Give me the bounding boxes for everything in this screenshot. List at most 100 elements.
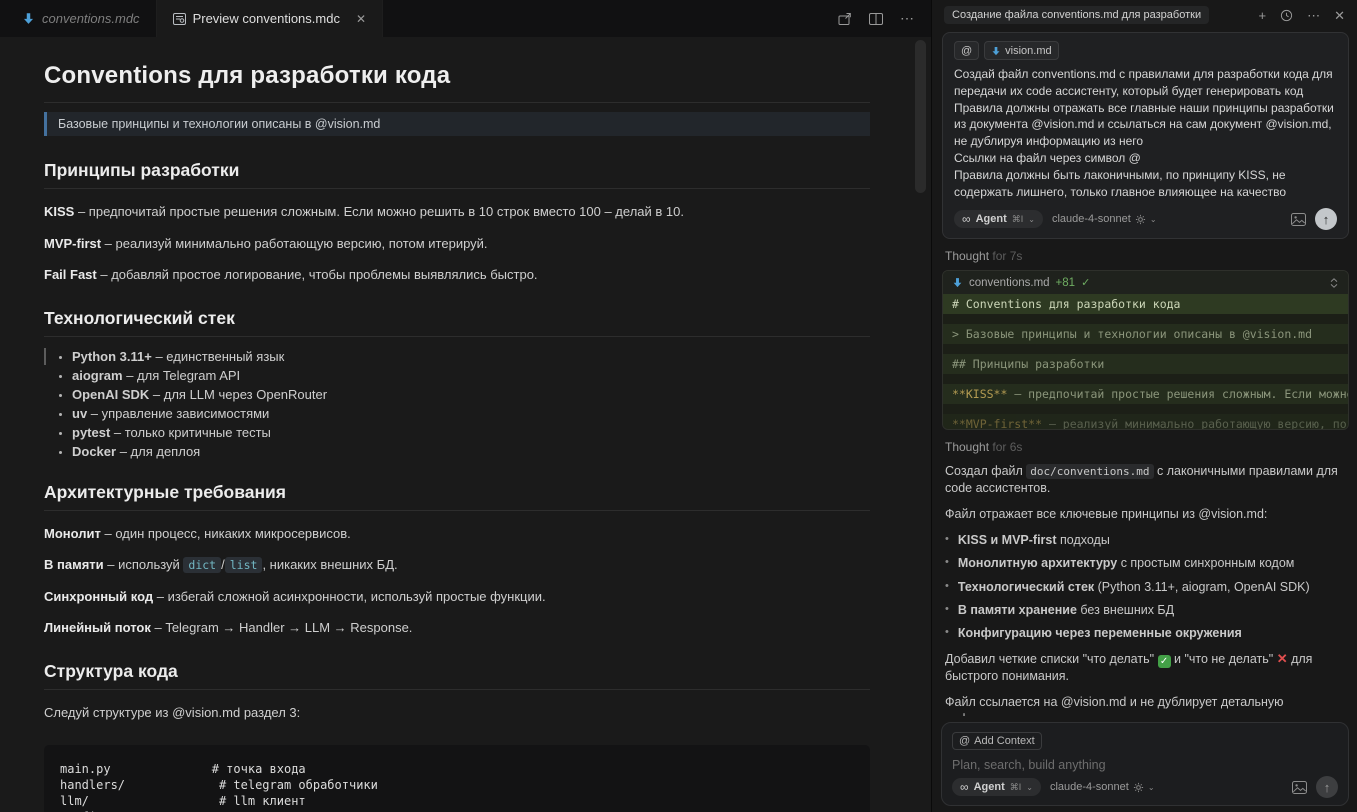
new-chat-icon[interactable]: +	[1259, 9, 1267, 22]
response-paragraph: Создал файл doc/conventions.md с лаконич…	[945, 463, 1346, 497]
blockquote: Базовые принципы и технологии описаны в …	[44, 112, 870, 136]
send-button[interactable]: ↑	[1315, 208, 1337, 230]
paragraph: Следуй структуре из @vision.md раздел 3:	[44, 704, 870, 722]
image-icon[interactable]	[1291, 213, 1306, 226]
message-line: Правила должны быть лаконичными, по прин…	[954, 167, 1337, 201]
history-icon[interactable]	[1280, 9, 1293, 22]
cross-emoji: ✕	[1277, 651, 1288, 666]
response-paragraph: Добавил четкие списки "что делать" ✓ и "…	[945, 650, 1346, 685]
split-editor-icon[interactable]	[869, 13, 883, 25]
image-icon[interactable]	[1292, 781, 1307, 794]
chat-tab-title[interactable]: Создание файла conventions.md для разраб…	[944, 6, 1209, 24]
text: – единственный язык	[152, 349, 284, 364]
model-label: claude-4-sonnet	[1052, 213, 1131, 225]
inline-code: dict	[183, 557, 221, 573]
at-context-chip[interactable]: @	[954, 41, 979, 60]
term: Линейный поток	[44, 620, 151, 635]
chat-conversation: @ vision.md Создай файл conventions.md с…	[942, 32, 1349, 716]
tab-conventions-mdc[interactable]: conventions.mdc	[0, 0, 157, 37]
list-item: •Конфигурацию через переменные окружения	[945, 625, 1346, 641]
infinity-icon: ∞	[960, 780, 969, 794]
close-icon[interactable]: ✕	[356, 12, 366, 26]
editor-actions: ⋯	[837, 0, 931, 37]
diff-line	[943, 314, 1348, 324]
term: Docker	[72, 444, 116, 459]
diff-card-header[interactable]: conventions.md +81 ✓	[943, 271, 1348, 294]
thought-row[interactable]: Thought for 6s	[945, 440, 1346, 454]
message-line: Правила должны отражать все главные наши…	[954, 100, 1337, 150]
inline-code: list	[225, 557, 263, 573]
more-icon[interactable]: ⋯	[900, 10, 915, 27]
text: – только критичные тесты	[110, 425, 271, 440]
check-icon: ✓	[1081, 276, 1090, 289]
chevron-down-icon: ⌄	[1150, 215, 1157, 224]
agent-mode-selector[interactable]: ∞ Agent ⌘I ⌄	[952, 778, 1041, 796]
term: KISS	[44, 204, 74, 219]
code-line: main.py # точка входа	[60, 761, 854, 777]
list-item: •KISS и MVP-first подходы	[945, 532, 1346, 548]
list-item: •Технологический стек (Python 3.11+, aio…	[945, 579, 1346, 595]
tab-label: Preview conventions.mdc	[193, 11, 340, 26]
app-window: conventions.mdc Preview conventions.mdc …	[0, 0, 1357, 812]
arrow-up-icon: ↑	[1324, 780, 1331, 795]
close-icon[interactable]: ✕	[1334, 9, 1345, 22]
tab-label: conventions.mdc	[42, 11, 140, 26]
paragraph: MVP-first – реализуй минимально работающ…	[44, 235, 870, 253]
thought-duration: for 6s	[992, 440, 1022, 454]
user-message-text: Создай файл conventions.md с правилами д…	[954, 66, 1337, 200]
agent-shortcut: ⌘I	[1010, 782, 1022, 793]
bullet-icon: •	[945, 625, 949, 641]
chat-header-actions: + ⋯ ✕	[1259, 9, 1346, 22]
text: – избегай сложной асинхронности, использ…	[153, 589, 546, 604]
context-chips: @ vision.md	[954, 41, 1337, 60]
chat-header: Создание файла conventions.md для разраб…	[932, 0, 1357, 30]
term: aiogram	[72, 368, 123, 383]
editor-scrollbar[interactable]	[915, 40, 926, 193]
term: pytest	[72, 425, 110, 440]
list-item: Python 3.11+ – единственный язык	[72, 350, 870, 363]
model-selector[interactable]: claude-4-sonnet ⌄	[1050, 781, 1155, 793]
bullet-icon: •	[945, 602, 949, 618]
paragraph: В памяти – используй dict/list, никаких …	[44, 556, 870, 574]
term: OpenAI SDK	[72, 387, 149, 402]
diff-body: # Conventions для разработки кода > Базо…	[943, 294, 1348, 429]
thought-row[interactable]: Thought for 7s	[945, 249, 1346, 263]
expand-icon[interactable]	[1329, 277, 1339, 289]
editor-pane: conventions.mdc Preview conventions.mdc …	[0, 0, 931, 812]
paragraph: Fail Fast – добавляй простое логирование…	[44, 266, 870, 284]
text: – добавляй простое логирование, чтобы пр…	[97, 267, 538, 282]
text: , никаких внешних БД.	[262, 557, 397, 572]
model-selector[interactable]: claude-4-sonnet ⌄	[1052, 213, 1157, 225]
agent-mode-selector[interactable]: ∞ Agent ⌘I ⌄	[954, 210, 1043, 228]
thought-duration: for 7s	[992, 249, 1022, 263]
at-icon: @	[959, 735, 970, 747]
add-context-chip[interactable]: @Add Context	[952, 732, 1042, 750]
more-icon[interactable]: ⋯	[1307, 9, 1320, 22]
file-chip-vision-md[interactable]: vision.md	[984, 41, 1058, 60]
paragraph: Монолит – один процесс, никаких микросер…	[44, 525, 870, 543]
text: – предпочитай простые решения сложным. Е…	[74, 204, 684, 219]
tab-preview-conventions[interactable]: Preview conventions.mdc ✕	[157, 0, 383, 37]
agent-shortcut: ⌘I	[1012, 214, 1024, 225]
bullet-icon: •	[945, 555, 949, 571]
list-item: Docker – для деплоя	[72, 445, 870, 458]
agent-label: Agent	[974, 781, 1005, 793]
send-button[interactable]: ↑	[1316, 776, 1338, 798]
chevron-down-icon: ⌄	[1148, 783, 1155, 792]
editor-tab-bar: conventions.mdc Preview conventions.mdc …	[0, 0, 931, 37]
at-icon: @	[961, 45, 972, 57]
chevron-down-icon: ⌄	[1028, 215, 1035, 224]
text: – для LLM через OpenRouter	[149, 387, 327, 402]
diff-added-count: +81	[1056, 277, 1076, 289]
model-settings-icon	[1133, 782, 1144, 793]
message-footer: ∞ Agent ⌘I ⌄ claude-4-sonnet ⌄ ↑	[954, 208, 1337, 230]
open-preview-icon[interactable]	[837, 12, 852, 26]
list-item: •В памяти хранение без внешних БД	[945, 602, 1346, 618]
text: – Telegram → Handler → LLM → Response.	[151, 620, 413, 635]
code-line: llm/ # llm клиент	[60, 793, 854, 809]
user-message: @ vision.md Создай файл conventions.md с…	[942, 32, 1349, 239]
thought-label: Thought	[945, 440, 989, 454]
chat-input-box[interactable]: @Add Context Plan, search, build anythin…	[941, 722, 1349, 806]
diff-line: **KISS** – предпочитай простые решения с…	[943, 384, 1348, 404]
paragraph: KISS – предпочитай простые решения сложн…	[44, 203, 870, 221]
